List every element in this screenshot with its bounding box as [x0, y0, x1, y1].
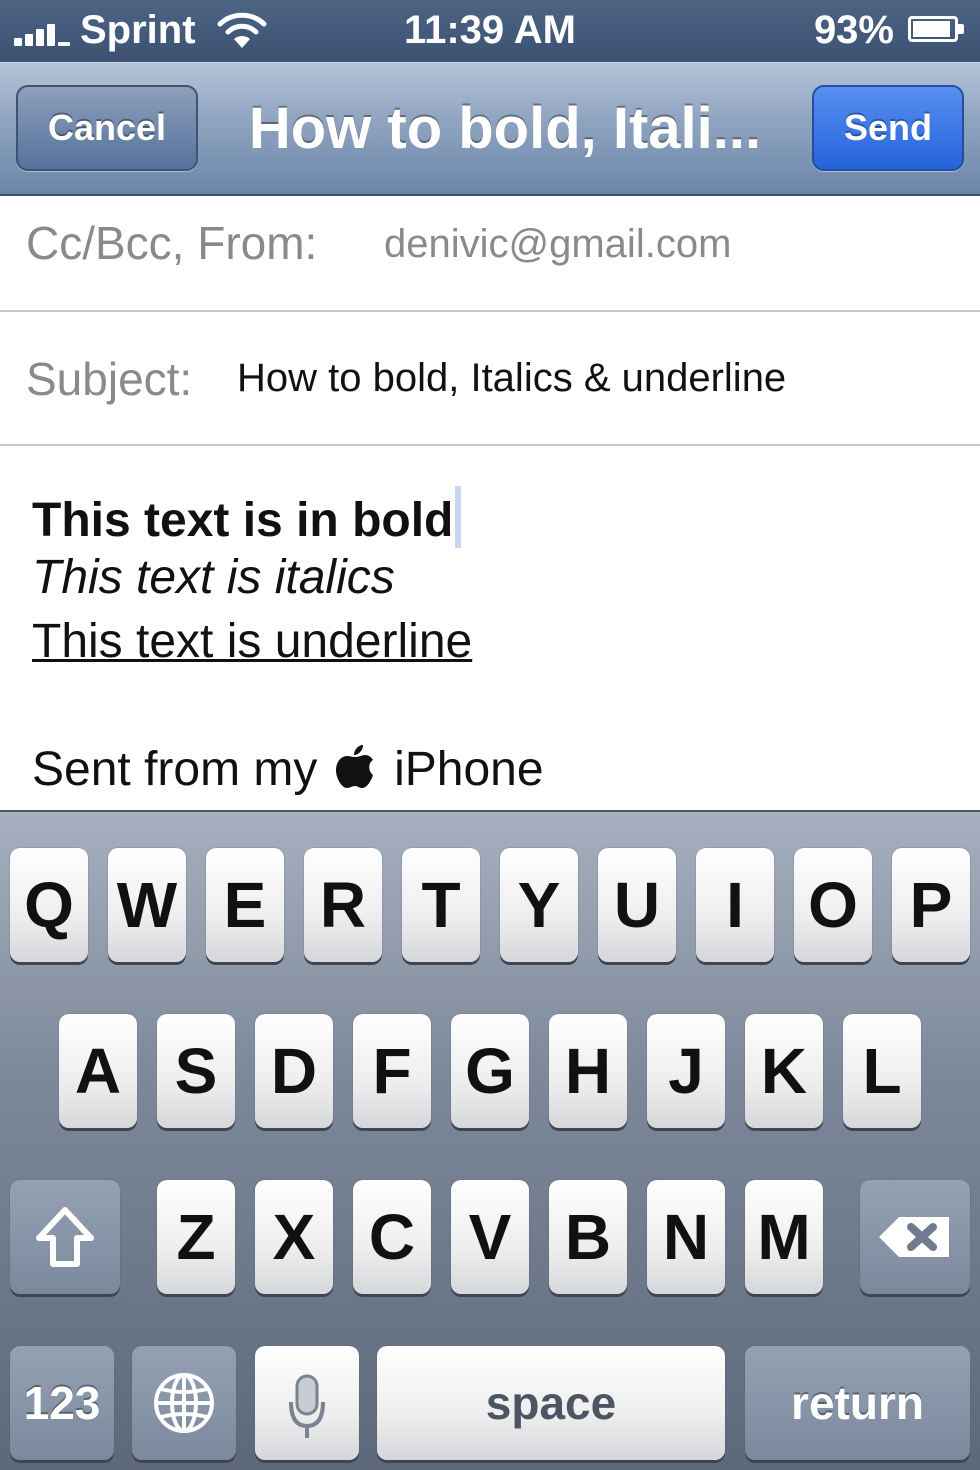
- key-w[interactable]: W: [108, 848, 186, 962]
- message-body[interactable]: This text is in bold This text is italic…: [0, 446, 980, 810]
- microphone-key[interactable]: [255, 1346, 359, 1460]
- subject-label: Subject:: [26, 353, 193, 405]
- key-n[interactable]: N: [647, 1180, 725, 1294]
- key-r[interactable]: R: [304, 848, 382, 962]
- key-i[interactable]: I: [696, 848, 774, 962]
- key-c[interactable]: C: [353, 1180, 431, 1294]
- key-h[interactable]: H: [549, 1014, 627, 1128]
- key-o[interactable]: O: [794, 848, 872, 962]
- italic-text-line: This text is italics: [32, 551, 395, 604]
- key-y[interactable]: Y: [500, 848, 578, 962]
- key-d[interactable]: D: [255, 1014, 333, 1128]
- key-a[interactable]: A: [59, 1014, 137, 1128]
- compose-nav-bar: Cancel How to bold, Itali... Send: [0, 62, 980, 196]
- signature-prefix: Sent from my: [32, 743, 318, 796]
- signature-suffix: iPhone: [394, 743, 544, 796]
- numbers-key[interactable]: 123: [10, 1346, 114, 1460]
- from-label: Cc/Bcc, From:: [26, 217, 318, 269]
- key-p[interactable]: P: [892, 848, 970, 962]
- battery-icon: [908, 16, 966, 46]
- key-q[interactable]: Q: [10, 848, 88, 962]
- battery-percentage: 93%: [813, 8, 894, 52]
- key-z[interactable]: Z: [157, 1180, 235, 1294]
- shift-icon: [36, 1207, 94, 1267]
- keyboard: Q W E R T Y U I O P A S D F G H J K L Z …: [0, 810, 980, 1470]
- space-key[interactable]: space: [377, 1346, 725, 1460]
- send-button[interactable]: Send: [812, 85, 964, 171]
- from-value[interactable]: denivic@gmail.com: [384, 222, 731, 267]
- key-k[interactable]: K: [745, 1014, 823, 1128]
- globe-key[interactable]: [132, 1346, 236, 1460]
- key-s[interactable]: S: [157, 1014, 235, 1128]
- bold-text-line: This text is in bold: [32, 486, 462, 548]
- apple-icon: [335, 745, 373, 788]
- underline-text-line: This text is underline: [32, 615, 473, 668]
- status-bar: Sprint 11:39 AM 93%: [0, 0, 980, 62]
- delete-key[interactable]: [860, 1180, 970, 1294]
- key-g[interactable]: G: [451, 1014, 529, 1128]
- key-m[interactable]: M: [745, 1180, 823, 1294]
- subject-field[interactable]: Subject: How to bold, Italics & underlin…: [0, 312, 980, 446]
- compose-title: How to bold, Itali...: [248, 96, 762, 161]
- key-l[interactable]: L: [843, 1014, 921, 1128]
- cc-bcc-from-field[interactable]: Cc/Bcc, From: denivic@gmail.com: [0, 196, 980, 312]
- key-t[interactable]: T: [402, 848, 480, 962]
- key-u[interactable]: U: [598, 848, 676, 962]
- key-x[interactable]: X: [255, 1180, 333, 1294]
- delete-icon: [879, 1217, 949, 1257]
- return-key[interactable]: return: [745, 1346, 970, 1460]
- signature: Sent from my iPhone: [32, 742, 544, 797]
- key-v[interactable]: V: [451, 1180, 529, 1294]
- key-f[interactable]: F: [353, 1014, 431, 1128]
- subject-input[interactable]: How to bold, Italics & underline: [237, 356, 786, 401]
- key-j[interactable]: J: [647, 1014, 725, 1128]
- key-e[interactable]: E: [206, 848, 284, 962]
- text-cursor: [455, 486, 462, 548]
- microphone-icon: [289, 1374, 325, 1438]
- globe-icon: [154, 1373, 214, 1433]
- cancel-button[interactable]: Cancel: [16, 85, 198, 171]
- key-b[interactable]: B: [549, 1180, 627, 1294]
- shift-key[interactable]: [10, 1180, 120, 1294]
